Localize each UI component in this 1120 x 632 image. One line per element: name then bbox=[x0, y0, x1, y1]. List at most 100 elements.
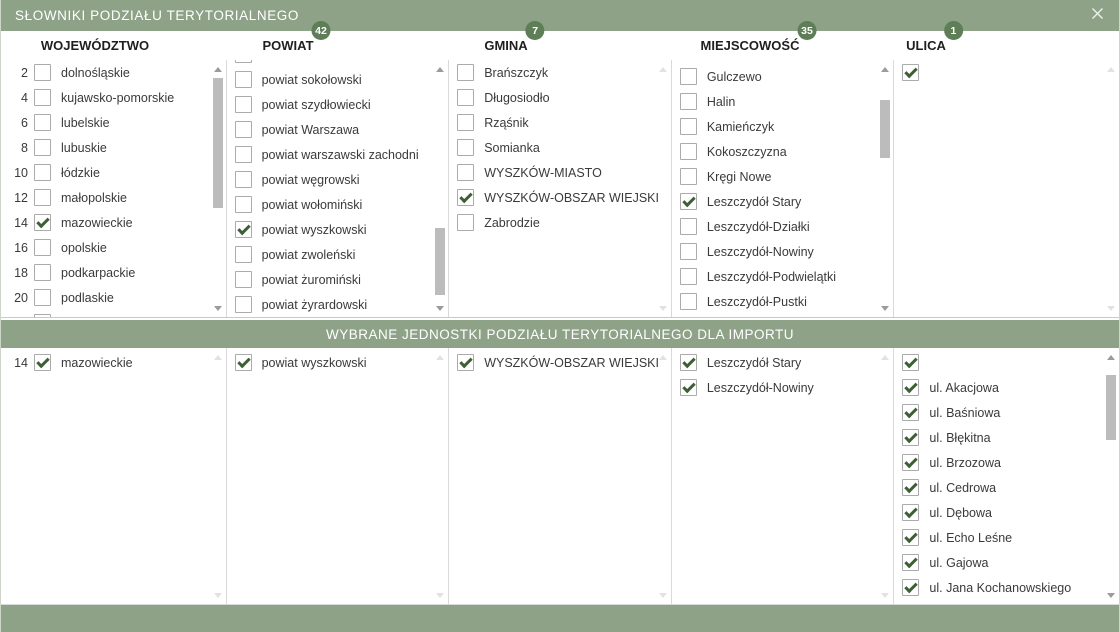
list-item[interactable]: 6 lubelskie bbox=[1, 110, 226, 135]
checkbox[interactable] bbox=[457, 89, 474, 106]
checkbox[interactable] bbox=[680, 243, 697, 260]
list-item[interactable]: Brańszczyk bbox=[449, 60, 671, 85]
list-item[interactable]: 4 kujawsko-pomorskie bbox=[1, 85, 226, 110]
checkbox[interactable] bbox=[457, 164, 474, 181]
checkbox[interactable] bbox=[34, 89, 51, 106]
list-item[interactable]: Zabrodzie bbox=[449, 210, 671, 235]
list-item[interactable]: powiat żuromiński bbox=[227, 267, 449, 292]
wojewodztwo-scrollbar[interactable] bbox=[211, 60, 225, 317]
checkbox[interactable] bbox=[902, 554, 919, 571]
list-item[interactable]: powiat sokołowski bbox=[227, 67, 449, 92]
list-item[interactable]: 8 lubuskie bbox=[1, 135, 226, 160]
checkbox[interactable] bbox=[902, 454, 919, 471]
list-item[interactable]: ul. Gajowa bbox=[894, 550, 1119, 575]
list-item[interactable]: Kamieńczyk bbox=[672, 114, 894, 139]
list-gmina[interactable]: Brańszczyk Długosiodło Rząśnik Somianka … bbox=[449, 60, 672, 317]
checkbox[interactable] bbox=[680, 143, 697, 160]
list-ulica[interactable] bbox=[894, 60, 1119, 317]
checkbox[interactable] bbox=[457, 139, 474, 156]
checkbox[interactable] bbox=[235, 271, 252, 288]
checkbox[interactable] bbox=[902, 379, 919, 396]
checkbox[interactable] bbox=[235, 121, 252, 138]
list-item-partial[interactable] bbox=[227, 60, 449, 67]
checkbox[interactable] bbox=[34, 214, 51, 231]
checkbox[interactable] bbox=[902, 504, 919, 521]
scroll-down-button[interactable] bbox=[211, 302, 225, 314]
list-item[interactable]: Leszczydół-Nowiny bbox=[672, 375, 894, 400]
powiat-scrollbar[interactable] bbox=[433, 60, 447, 317]
list-item[interactable]: 12 małopolskie bbox=[1, 185, 226, 210]
checkbox[interactable] bbox=[235, 296, 252, 313]
selected-powiat[interactable]: powiat wyszkowski bbox=[227, 348, 450, 604]
list-item[interactable]: ul. Echo Leśne bbox=[894, 525, 1119, 550]
list-item[interactable]: Rząśnik bbox=[449, 110, 671, 135]
miejscowosc-scrollbar[interactable] bbox=[878, 60, 892, 317]
list-item[interactable]: powiat węgrowski bbox=[227, 167, 449, 192]
list-item[interactable]: powiat Warszawa bbox=[227, 117, 449, 142]
checkbox[interactable] bbox=[457, 189, 474, 206]
selected-ulica-scrollbar[interactable] bbox=[1104, 348, 1118, 604]
selected-ulica[interactable]: ul. Akacjowa ul. Baśniowa ul. Błękitna u… bbox=[894, 348, 1119, 604]
list-powiat[interactable]: powiat sokołowski powiat szydłowiecki po… bbox=[227, 60, 450, 317]
checkbox[interactable] bbox=[235, 60, 252, 63]
checkbox[interactable] bbox=[457, 114, 474, 131]
checkbox[interactable] bbox=[34, 114, 51, 131]
checkbox[interactable] bbox=[457, 354, 474, 371]
checkbox[interactable] bbox=[902, 529, 919, 546]
scroll-down-button[interactable] bbox=[878, 302, 892, 314]
scroll-up-button[interactable] bbox=[433, 63, 447, 75]
list-item[interactable]: Leszczydół-Działki bbox=[672, 214, 894, 239]
list-item[interactable]: Leszczydół Stary bbox=[672, 350, 894, 375]
list-item[interactable]: Leszczydół-Nowiny bbox=[672, 239, 894, 264]
checkbox[interactable] bbox=[235, 221, 252, 238]
checkbox[interactable] bbox=[235, 71, 252, 88]
list-item[interactable]: powiat wołomiński bbox=[227, 192, 449, 217]
list-item[interactable]: ul. Jana Kochanowskiego bbox=[894, 575, 1119, 600]
list-item[interactable]: ul. Baśniowa bbox=[894, 400, 1119, 425]
list-item[interactable]: 18 podkarpackie bbox=[1, 260, 226, 285]
list-item[interactable]: powiat wyszkowski bbox=[227, 217, 449, 242]
scroll-thumb[interactable] bbox=[435, 228, 445, 295]
checkbox[interactable] bbox=[902, 429, 919, 446]
list-item[interactable]: ul. Akacjowa bbox=[894, 375, 1119, 400]
checkbox[interactable] bbox=[902, 404, 919, 421]
list-item[interactable]: powiat szydłowiecki bbox=[227, 92, 449, 117]
selected-gmina[interactable]: WYSZKÓW-OBSZAR WIEJSKI bbox=[449, 348, 672, 604]
list-item[interactable]: ul. Błękitna bbox=[894, 425, 1119, 450]
checkbox[interactable] bbox=[34, 314, 51, 317]
list-item[interactable] bbox=[894, 350, 1119, 375]
list-item[interactable]: powiat żyrardowski bbox=[227, 292, 449, 317]
checkbox[interactable] bbox=[34, 164, 51, 181]
list-item-partial[interactable] bbox=[894, 600, 1119, 604]
checkbox[interactable] bbox=[902, 579, 919, 596]
checkbox[interactable] bbox=[680, 93, 697, 110]
list-item[interactable]: ul. Cedrowa bbox=[894, 475, 1119, 500]
checkbox[interactable] bbox=[680, 218, 697, 235]
scroll-down-button[interactable] bbox=[433, 302, 447, 314]
list-item[interactable]: 14 mazowieckie bbox=[1, 350, 226, 375]
checkbox[interactable] bbox=[902, 354, 919, 371]
checkbox[interactable] bbox=[34, 289, 51, 306]
checkbox[interactable] bbox=[235, 196, 252, 213]
checkbox[interactable] bbox=[235, 171, 252, 188]
checkbox[interactable] bbox=[457, 214, 474, 231]
checkbox[interactable] bbox=[34, 189, 51, 206]
list-item[interactable]: Kręgi Nowe bbox=[672, 164, 894, 189]
checkbox[interactable] bbox=[235, 146, 252, 163]
list-item[interactable]: Leszczydół-Pustki bbox=[672, 289, 894, 314]
selected-miejscowosc[interactable]: Leszczydół Stary Leszczydół-Nowiny bbox=[672, 348, 895, 604]
checkbox[interactable] bbox=[34, 64, 51, 81]
list-item[interactable]: WYSZKÓW-OBSZAR WIEJSKI bbox=[449, 185, 671, 210]
list-item[interactable]: Długosiodło bbox=[449, 85, 671, 110]
list-item[interactable]: Leszczydół-Podwielątki bbox=[672, 264, 894, 289]
scroll-thumb[interactable] bbox=[880, 100, 890, 158]
selected-wojewodztwo[interactable]: 14 mazowieckie bbox=[1, 348, 227, 604]
checkbox[interactable] bbox=[457, 64, 474, 81]
scroll-up-button[interactable] bbox=[211, 63, 225, 75]
checkbox[interactable] bbox=[34, 139, 51, 156]
checkbox[interactable] bbox=[34, 264, 51, 281]
checkbox[interactable] bbox=[680, 168, 697, 185]
checkbox[interactable] bbox=[902, 479, 919, 496]
list-item[interactable]: Kokoszczyzna bbox=[672, 139, 894, 164]
scroll-up-button[interactable] bbox=[878, 63, 892, 75]
